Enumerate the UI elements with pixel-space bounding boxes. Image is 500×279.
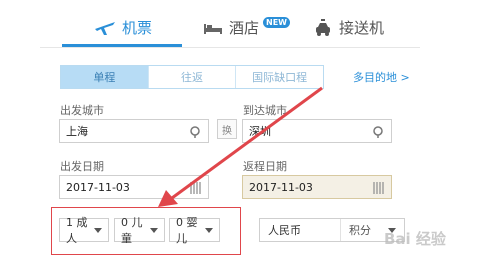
return-date-value: 2017-11-03 xyxy=(249,180,313,194)
location-pin-icon xyxy=(373,126,383,138)
watermark: Bai 经验 xyxy=(384,230,446,248)
return-date-input[interactable]: 2017-11-03 xyxy=(242,175,392,199)
depart-date-input[interactable]: 2017-11-03 xyxy=(59,175,209,199)
calendar-icon xyxy=(190,182,202,194)
multi-city-link[interactable]: 多目的地 > xyxy=(353,69,410,85)
depart-date-value: 2017-11-03 xyxy=(66,180,130,194)
trip-one-way[interactable]: 单程 xyxy=(61,66,149,88)
swap-label: 换 xyxy=(222,125,232,137)
points-label: 积分 xyxy=(349,224,371,237)
tab-label-hotel: 酒店 xyxy=(229,19,260,37)
trip-open-jaw[interactable]: 国际缺口程 xyxy=(236,66,323,88)
currency-value: 人民币 xyxy=(260,219,341,241)
trip-round[interactable]: 往返 xyxy=(149,66,237,88)
tabs-divider xyxy=(40,47,420,48)
swap-cities-button[interactable]: 换 xyxy=(217,119,237,139)
depart-date-label: 出发日期 xyxy=(60,160,104,173)
trip-type-switch: 单程 往返 国际缺口程 xyxy=(60,65,324,89)
annotation-highlight-box xyxy=(51,207,241,255)
departure-city-label: 出发城市 xyxy=(60,104,104,117)
tab-label-transfer: 接送机 xyxy=(339,19,385,37)
tab-transfer[interactable]: 接送机 xyxy=(313,17,384,38)
arrival-city-value: 深圳 xyxy=(249,125,271,138)
new-badge: NEW xyxy=(263,17,290,28)
departure-city-input[interactable]: 上海 xyxy=(59,119,209,143)
arrival-city-input[interactable]: 深圳 xyxy=(242,119,392,143)
return-date-label: 返程日期 xyxy=(243,160,287,173)
bed-icon xyxy=(204,23,222,34)
airplane-icon xyxy=(95,21,115,35)
tab-label-flight: 机票 xyxy=(122,19,153,37)
calendar-icon xyxy=(373,182,385,194)
tab-hotel[interactable]: 酒店 NEW xyxy=(203,17,290,38)
arrival-city-label: 到达城市 xyxy=(243,104,287,117)
departure-city-value: 上海 xyxy=(66,125,88,138)
active-tab-indicator xyxy=(62,44,182,47)
location-pin-icon xyxy=(190,126,200,138)
tab-flight[interactable]: 机票 xyxy=(94,17,152,38)
car-icon xyxy=(316,18,330,36)
